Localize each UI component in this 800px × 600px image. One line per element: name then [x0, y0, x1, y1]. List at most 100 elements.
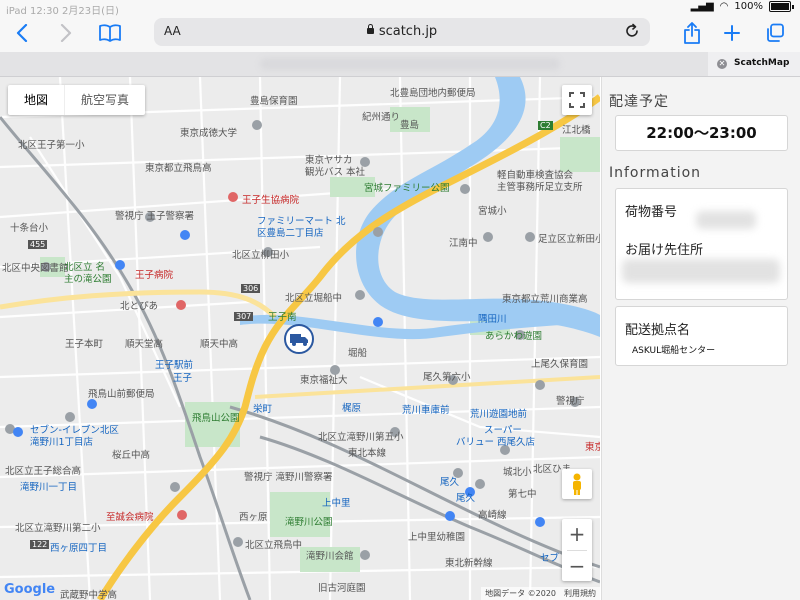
origin-card: 配送拠点名 ASKUL堀船センター	[615, 306, 788, 366]
map-label: 江南中	[449, 238, 478, 249]
map-type-control: 地図 航空写真	[8, 85, 146, 115]
map-label: 警視庁 王子警察署	[115, 211, 195, 222]
map-label: 滝野川1丁目店	[30, 437, 94, 448]
close-tab-icon[interactable]: ✕	[717, 59, 727, 69]
terms-link[interactable]: 利用規約	[564, 588, 596, 599]
map-label: 西ヶ原	[239, 512, 268, 523]
book-icon	[99, 24, 121, 42]
route-shield: 455	[28, 240, 48, 249]
map-label: 北豊島団地内郵便局	[390, 88, 476, 99]
new-tab-button[interactable]	[720, 20, 744, 46]
status-time: iPad 12:30 2月23日(日)	[6, 6, 119, 17]
map-label: 宮城ファミリー公園	[364, 183, 450, 194]
map-label: 主の滝公園	[64, 274, 112, 285]
map-label: 警視庁 滝野川警察署	[244, 472, 333, 483]
address-bar[interactable]: AA scatch.jp	[154, 18, 650, 46]
map-label: 北区立堀船中	[285, 293, 343, 304]
map-label: 北区立王子総合高	[5, 466, 82, 477]
map-label: 北区立柳田小	[232, 250, 290, 261]
map-label: 王子駅前	[155, 360, 194, 371]
blurred-tab-title[interactable]	[260, 58, 560, 70]
status-indicators: ▂▄▆ ◠ 100%	[691, 1, 794, 12]
map-label: 滝野川公園	[285, 517, 333, 528]
map-label: 城北小	[503, 467, 532, 478]
map-label: 旧古河庭園	[318, 583, 366, 594]
share-icon	[684, 22, 700, 44]
map-type-map-button[interactable]: 地図	[8, 85, 64, 115]
map-type-satellite-button[interactable]: 航空写真	[64, 85, 145, 115]
map-label: 順天中高	[200, 339, 239, 350]
map-label: 高崎線	[478, 510, 507, 521]
route-shield: C2	[538, 121, 553, 130]
map-label: 尾久	[456, 493, 476, 504]
forward-button[interactable]	[54, 20, 78, 46]
map-label: 十条台小	[10, 223, 49, 234]
map-label: 梶原	[342, 403, 362, 414]
lock-icon	[366, 24, 374, 34]
map-label: 王子南	[268, 312, 297, 323]
map-label: 西ヶ原四丁目	[50, 543, 108, 554]
map-label: 桜丘中高	[112, 450, 151, 461]
map-label: 尾久	[440, 477, 460, 488]
delivery-time: 22:00〜23:00	[646, 124, 757, 142]
map-label: 武蔵野中学高	[60, 590, 118, 600]
zoom-out-button[interactable]: −	[562, 551, 592, 582]
reload-icon[interactable]	[624, 23, 640, 39]
map-label: 栄町	[253, 404, 273, 415]
bookmarks-button[interactable]	[96, 20, 124, 46]
back-button[interactable]	[10, 20, 34, 46]
tabs-icon	[767, 23, 784, 42]
battery-percent: 100%	[734, 1, 763, 12]
map-label: 第七中	[508, 489, 537, 500]
map-view[interactable]: 豊島保育園 北豊島団地内郵便局 江北橋 東京成徳大学 紀州通り 豊島 北区王子第…	[0, 77, 600, 600]
map-label: 至誠会病院	[106, 512, 154, 523]
map-label: 王子生協病院	[242, 195, 300, 206]
map-label: 上中里幼稚園	[408, 532, 466, 543]
delivery-truck-marker[interactable]	[284, 324, 314, 354]
map-label: 東京	[585, 442, 600, 453]
map-label: 主管事務所足立支所	[497, 182, 583, 193]
map-label: 東京福祉大	[300, 375, 348, 386]
map-label: 隅田川	[478, 314, 507, 325]
url-text: scatch.jp	[378, 24, 438, 39]
fullscreen-icon	[569, 92, 585, 108]
map-label: あらかわ遊園	[485, 331, 543, 342]
map-label: 宮城小	[478, 206, 507, 217]
google-logo-text: Google	[4, 582, 56, 597]
address-redacted	[622, 259, 780, 283]
map-label: 飛鳥山公園	[192, 413, 240, 424]
map-data-credit: 地図データ ©2020	[485, 589, 556, 598]
map-label: 江北橋	[562, 125, 591, 136]
wifi-icon: ◠	[719, 1, 729, 12]
signal-icon: ▂▄▆	[690, 1, 714, 12]
map-label: 紀州通り	[362, 112, 401, 123]
map-label: セブ	[540, 553, 560, 564]
map-label: 滝野川一丁目	[20, 482, 78, 493]
street-view-pegman[interactable]	[562, 469, 592, 499]
map-label: 上尾久保育園	[531, 359, 589, 370]
zoom-in-button[interactable]: +	[562, 519, 592, 550]
share-button[interactable]	[680, 20, 704, 46]
route-shield: 122	[30, 540, 50, 549]
map-label: 王子病院	[135, 270, 174, 281]
map-label: 東北新幹線	[445, 558, 493, 569]
map-label: 滝野川会館	[306, 551, 354, 562]
map-label: 北区立滝野川第五小	[318, 432, 404, 443]
fullscreen-button[interactable]	[562, 85, 592, 115]
url-display[interactable]: scatch.jp	[154, 24, 650, 39]
tracking-number-label: 荷物番号	[625, 205, 678, 220]
tab-scatchmap[interactable]: ✕ ScatchMap	[708, 52, 800, 76]
map-label: 飛鳥山前郵便局	[88, 389, 155, 400]
tabs-overview-button[interactable]	[762, 20, 788, 46]
information-card: 荷物番号 お届け先住所	[615, 188, 788, 300]
map-label: 上中里	[322, 498, 351, 509]
map-label: 王子	[173, 373, 193, 384]
map-attribution: 地図データ ©2020 利用規約	[481, 587, 600, 600]
map-label: 尾久第六小	[423, 372, 471, 383]
map-label: 豊島	[400, 120, 420, 131]
route-shield: 306	[241, 284, 261, 293]
delivery-time-card: 22:00〜23:00	[615, 115, 788, 151]
map-label: 警視庁	[556, 396, 585, 407]
map-label: 足立区立新田小	[538, 234, 600, 245]
map-label: 王子本町	[65, 339, 104, 350]
